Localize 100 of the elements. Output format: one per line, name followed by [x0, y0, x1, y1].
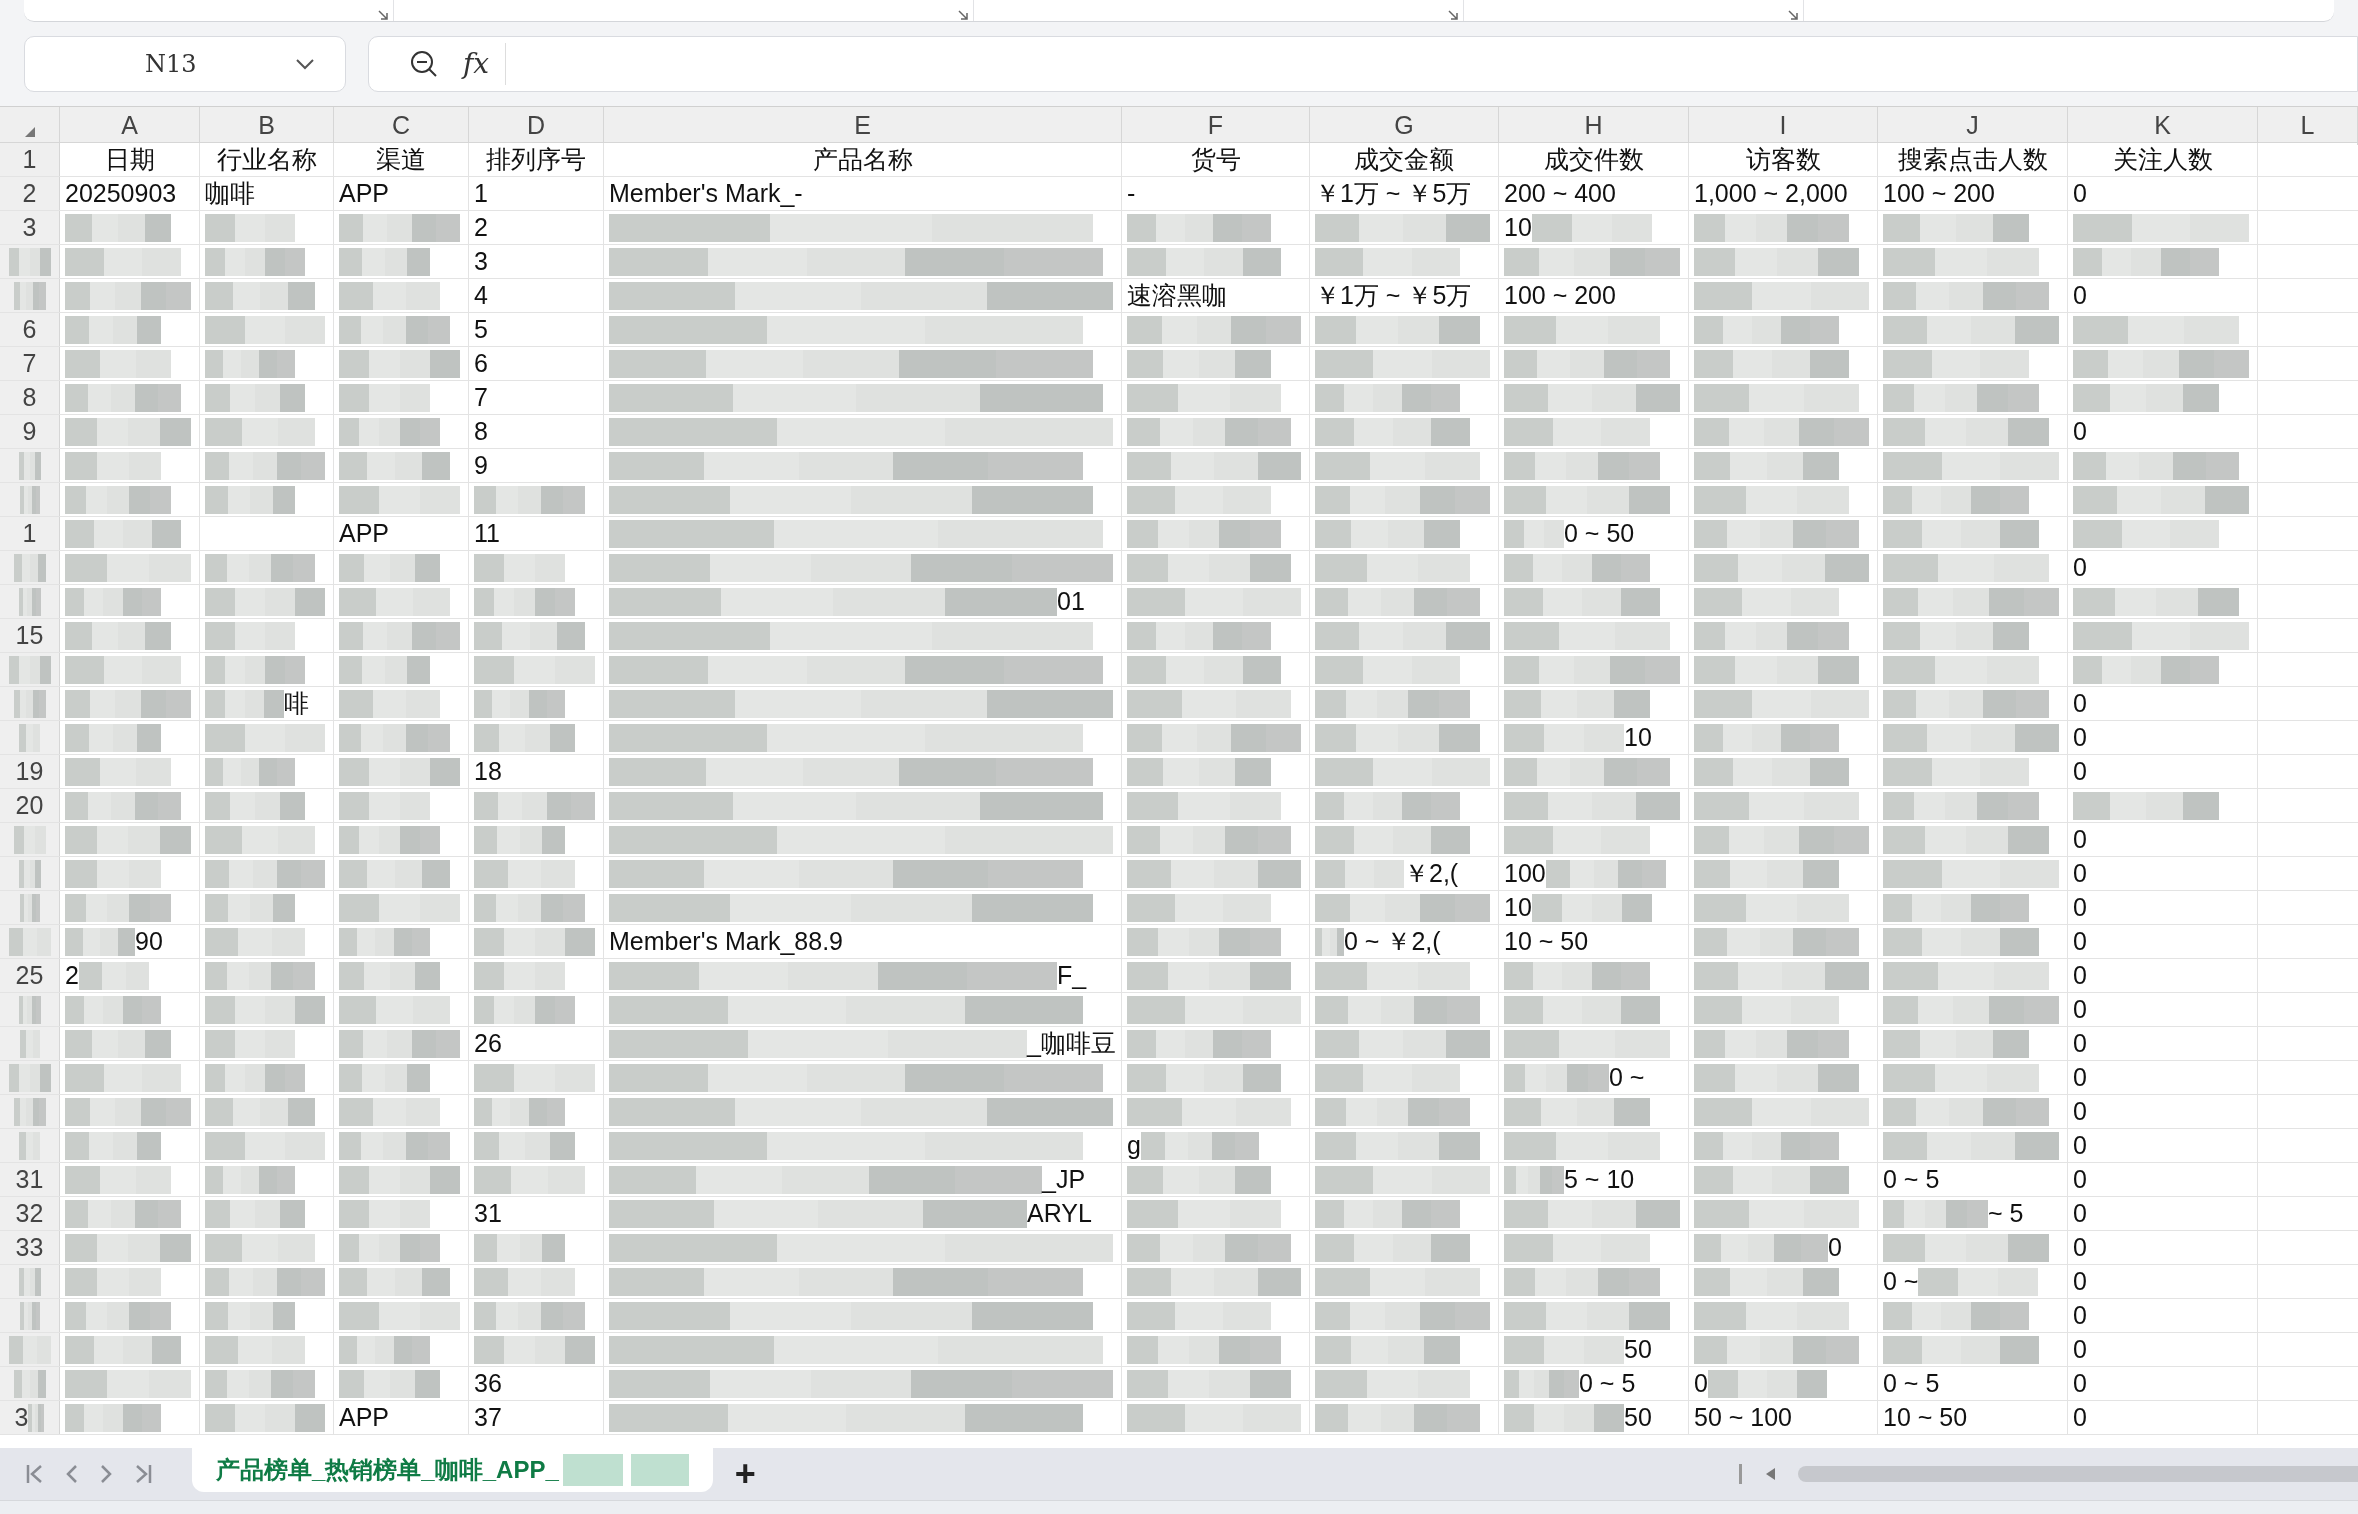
table-cell-text: ~ 5 [1988, 1197, 2024, 1229]
cell-reference: N13 [145, 49, 198, 80]
column-title: 日期 [104, 143, 155, 175]
table-cell-text: APP [339, 1401, 390, 1433]
table-cell-text: 10 [1504, 891, 1532, 923]
table-cell-text: 0 [2073, 1367, 2087, 1399]
add-sheet-button[interactable]: + [734, 1456, 756, 1492]
redacted-block [1315, 927, 1344, 956]
table-cell-text: 200 ~ 400 [1504, 177, 1616, 209]
column-title: 货号 [1190, 143, 1241, 175]
function-label[interactable]: fx [463, 43, 507, 85]
column-header[interactable]: I [1779, 107, 1787, 145]
table-cell-text: 0 ~ [1609, 1061, 1645, 1093]
formula-bar[interactable]: fx [368, 36, 2358, 92]
table-cell-text: 0 [2073, 891, 2087, 923]
redacted-block [1504, 519, 1564, 548]
table-cell-text: 0 [2073, 1197, 2087, 1229]
table-cell-text: 1,000 ~ 2,000 [1694, 177, 1848, 209]
table-cell-text: 0 [2073, 1129, 2087, 1161]
table-cell-text: 0 [2073, 857, 2087, 889]
table-cell-text: 36 [474, 1367, 502, 1399]
expand-icon[interactable] [957, 9, 969, 21]
scroll-left-icon[interactable] [1764, 1467, 1776, 1481]
column-header[interactable]: D [526, 107, 546, 145]
table-cell-text: ￥1万 ~ ￥5万 [1315, 177, 1472, 209]
table-cell-text: 0 [2073, 721, 2087, 753]
table-cell-text: 11 [474, 517, 500, 549]
row-header: 33 [15, 1231, 44, 1263]
row-header: 31 [15, 1163, 44, 1195]
table-cell-text: 0 ~ 5 [1883, 1163, 1940, 1195]
column-title: 搜索点击人数 [1897, 143, 2048, 175]
table-cell-text: 26 [474, 1027, 502, 1059]
select-all-icon[interactable] [24, 126, 35, 137]
next-sheet-icon[interactable] [100, 1463, 112, 1485]
table-cell-text: 0 ~ 5 [1883, 1367, 1940, 1399]
table-cell-text: 100 ~ 200 [1504, 279, 1616, 311]
table-cell-text: 2 [65, 959, 79, 991]
table-cell-text: ￥2,( [1404, 857, 1459, 889]
expand-icon[interactable] [377, 9, 389, 21]
zoom-out-icon[interactable] [409, 49, 439, 79]
column-title: 访客数 [1745, 143, 1821, 175]
table-cell-text: 8 [474, 415, 488, 447]
column-header[interactable]: C [391, 107, 411, 145]
column-header[interactable]: G [1394, 107, 1414, 145]
previous-sheet-icon[interactable] [66, 1463, 78, 1485]
table-cell-text: ￥1万 ~ ￥5万 [1315, 279, 1472, 311]
table-cell-text: 0 [2073, 1231, 2087, 1263]
last-sheet-icon[interactable] [134, 1463, 152, 1485]
table-cell-text: ARYL [1027, 1197, 1092, 1229]
column-header[interactable]: K [2154, 107, 2171, 145]
table-cell-text: 10 ~ 50 [1504, 925, 1589, 957]
table-cell-text: 0 [2073, 415, 2087, 447]
column-header[interactable]: E [854, 107, 871, 145]
split-handle[interactable] [1739, 1464, 1742, 1484]
column-header[interactable]: H [1584, 107, 1603, 145]
table-cell-text: 5 ~ 10 [1564, 1163, 1635, 1195]
table-cell-text: _咖啡豆 [1027, 1027, 1116, 1059]
table-cell-text: 啡 [284, 687, 309, 719]
column-title: 行业名称 [216, 143, 317, 175]
table-cell-text: APP [339, 517, 390, 549]
table-cell-text: 50 ~ 100 [1694, 1401, 1792, 1433]
row-header: 19 [15, 755, 44, 787]
table-cell-text: 0 [2073, 1265, 2087, 1297]
column-title: 关注人数 [2112, 143, 2213, 175]
table-cell-text: 6 [474, 347, 488, 379]
horizontal-scrollbar[interactable] [1798, 1466, 2358, 1482]
expand-icon[interactable] [1787, 9, 1799, 21]
column-header[interactable]: F [1207, 107, 1224, 145]
table-cell-text: 18 [474, 755, 502, 787]
table-cell-text: 0 [2073, 925, 2087, 957]
table-cell-text: 0 ~ 50 [1564, 517, 1635, 549]
chevron-down-icon[interactable] [295, 58, 315, 70]
redacted-block [1504, 1165, 1564, 1194]
column-header[interactable]: J [1966, 107, 1979, 145]
table-cell-text: _JP [1042, 1163, 1086, 1195]
column-header[interactable]: B [258, 107, 275, 145]
row-header: 25 [15, 959, 44, 991]
row-header: 8 [22, 381, 37, 413]
redacted-block [65, 927, 135, 956]
table-cell-text: 0 [2073, 551, 2087, 583]
table-cell-text: 100 [1504, 857, 1546, 889]
table-cell-text: 0 [2073, 755, 2087, 787]
table-cell-text: Member's Mark_88.9 [609, 925, 844, 957]
table-cell-text: 咖啡 [205, 177, 255, 209]
column-title: 成交件数 [1543, 143, 1644, 175]
row-header: 9 [22, 415, 37, 447]
row-header: 3 [22, 211, 37, 243]
column-title: 成交金额 [1354, 143, 1454, 175]
table-cell-text: 9 [474, 449, 488, 481]
column-header[interactable]: A [121, 107, 138, 145]
column-header[interactable]: L [2300, 107, 2315, 145]
row-header: 6 [22, 313, 37, 345]
table-cell-text: 0 [2073, 1095, 2087, 1127]
table-cell-text: 0 [2073, 959, 2087, 991]
sheet-tab[interactable]: 产品榜单_热销榜单_咖啡_APP_ [192, 1448, 713, 1492]
table-cell-text: 1 [474, 177, 488, 209]
table-cell-text: 50 [1624, 1401, 1652, 1433]
name-box[interactable]: N13 [24, 36, 346, 92]
expand-icon[interactable] [1447, 9, 1459, 21]
first-sheet-icon[interactable] [26, 1463, 44, 1485]
